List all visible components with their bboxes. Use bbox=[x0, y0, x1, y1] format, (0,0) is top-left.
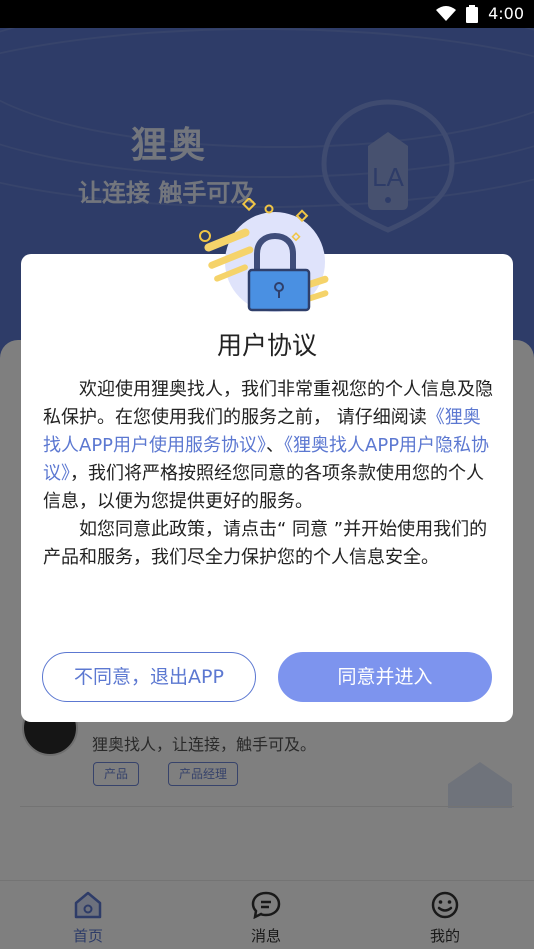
dialog-title: 用户协议 bbox=[216, 331, 317, 360]
user-agreement-dialog: 用户协议 欢迎使用狸奥找人，我们非常重视您的个人信息及隐私保护。在您使用我们的服… bbox=[21, 254, 513, 722]
dialog-paragraph-2: 如您同意此政策，请点击“ 同意 ”并开始使用我们的产品和服务，我们尽全力保护您的… bbox=[43, 519, 488, 568]
accept-enter-button[interactable]: 同意并进入 bbox=[278, 652, 492, 702]
lock-icon bbox=[199, 198, 329, 312]
status-time: 4:00 bbox=[488, 4, 524, 23]
wifi-icon bbox=[436, 6, 457, 21]
status-bar: 4:00 bbox=[0, 0, 534, 28]
dialog-body: 欢迎使用狸奥找人，我们非常重视您的个人信息及隐私保护。在您使用我们的服务之前， … bbox=[43, 376, 493, 572]
battery-icon bbox=[466, 5, 479, 23]
dialog-paragraph-1: 欢迎使用狸奥找人，我们非常重视您的个人信息及隐私保护。在您使用我们的服务之前， … bbox=[43, 379, 493, 512]
decline-exit-button[interactable]: 不同意，退出APP bbox=[42, 652, 256, 702]
